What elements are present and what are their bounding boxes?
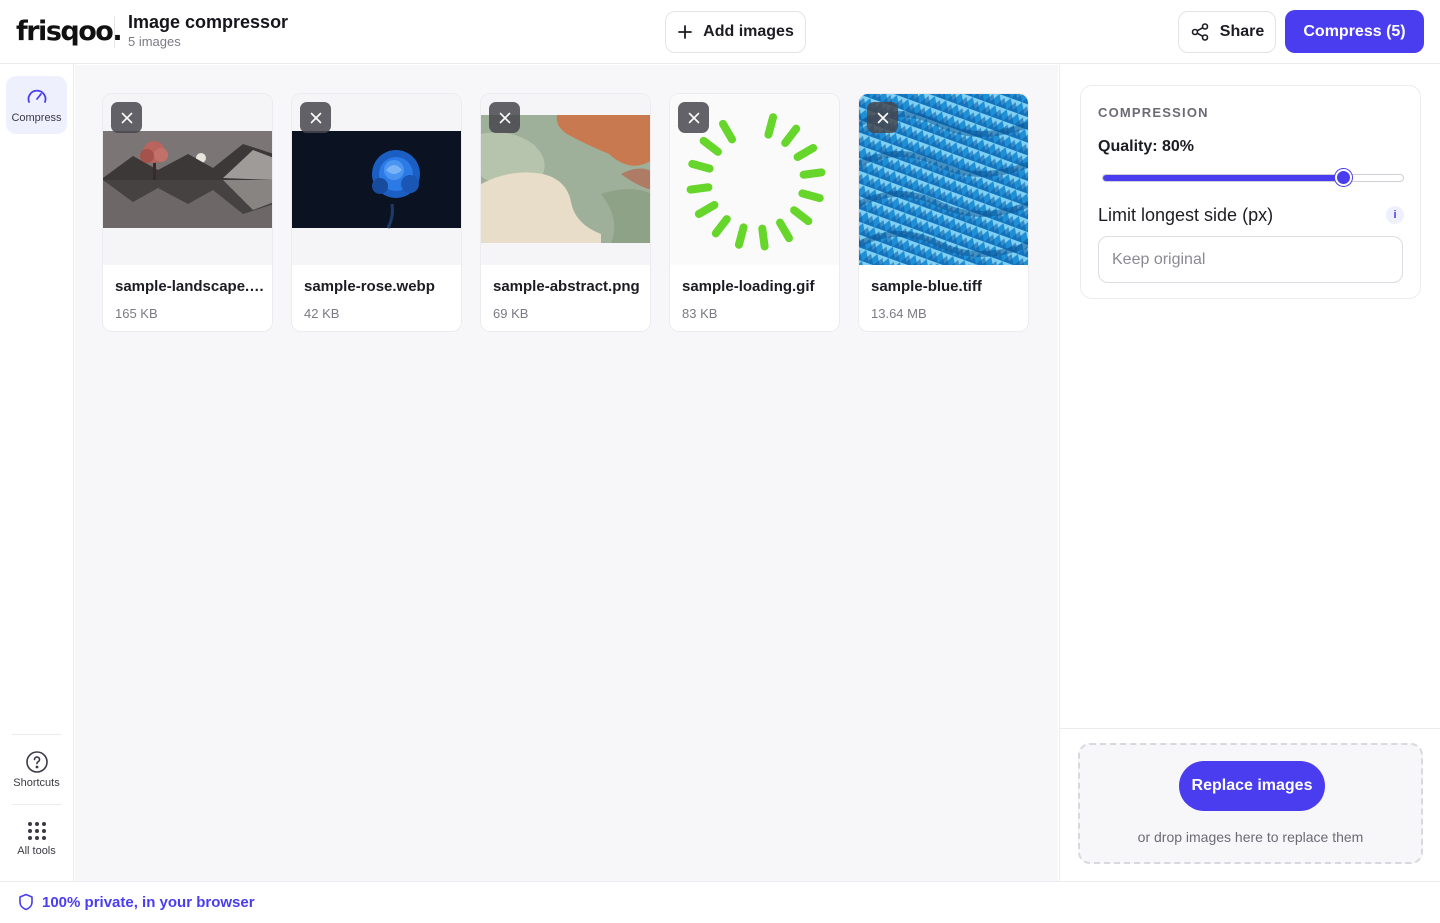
footer: 100% private, in your browser	[0, 881, 1440, 923]
help-circle-icon	[25, 751, 48, 773]
file-name: sample-abstract.png	[493, 278, 640, 295]
close-icon	[121, 112, 132, 123]
file-name: sample-rose.webp	[304, 278, 435, 295]
quality-slider-fill	[1103, 175, 1343, 181]
remove-image-button[interactable]	[111, 102, 142, 133]
close-icon	[499, 112, 510, 123]
rail-item-shortcuts[interactable]: Shortcuts	[6, 748, 67, 808]
quality-label: Quality: 80%	[1098, 138, 1195, 155]
remove-image-button[interactable]	[300, 102, 331, 133]
rail-item-label: Compress	[11, 112, 62, 124]
compress-button[interactable]: Compress (5)	[1285, 10, 1424, 53]
file-size: 165 KB	[115, 306, 158, 321]
image-card[interactable]: sample-abstract.png 69 KB	[480, 93, 651, 332]
compress-label: Compress (5)	[1303, 22, 1406, 40]
image-card[interactable]: sample-loading.gif 83 KB	[669, 93, 840, 332]
limit-side-label: Limit longest side (px)	[1098, 205, 1274, 225]
add-images-button[interactable]: Add images	[665, 11, 806, 53]
add-images-label: Add images	[703, 23, 794, 40]
rail-divider	[12, 734, 62, 735]
privacy-text: 100% private, in your browser	[42, 893, 255, 911]
image-grid: sample-landscape.png 165 KB sample-rose.…	[75, 65, 1058, 881]
image-count: 5 images	[128, 34, 181, 49]
settings-panel: COMPRESSION Quality: 80% Limit longest s…	[1059, 65, 1440, 881]
shield-icon	[19, 893, 33, 911]
file-size: 69 KB	[493, 306, 529, 321]
privacy-note: 100% private, in your browser	[18, 893, 255, 911]
compression-settings: COMPRESSION Quality: 80% Limit longest s…	[1080, 85, 1421, 299]
info-icon[interactable]: i	[1386, 206, 1404, 224]
file-name: sample-landscape.png	[115, 278, 265, 295]
rail-item-compress[interactable]: Compress	[6, 76, 67, 134]
rail-item-label: All tools	[17, 845, 56, 857]
plus-icon	[678, 25, 693, 39]
grid-dots-icon	[27, 822, 46, 840]
file-size: 42 KB	[304, 306, 340, 321]
image-card[interactable]: sample-blue.tiff 13.64 MB	[858, 93, 1029, 332]
file-name: sample-blue.tiff	[871, 278, 982, 295]
rail-item-all-tools[interactable]: All tools	[6, 816, 67, 876]
close-icon	[877, 112, 888, 123]
file-name: sample-loading.gif	[682, 278, 815, 295]
header-divider	[114, 16, 115, 48]
rail-item-label: Shortcuts	[13, 777, 60, 789]
gauge-icon	[27, 89, 46, 103]
remove-image-button[interactable]	[489, 102, 520, 133]
share-button[interactable]: Share	[1178, 11, 1276, 53]
replace-images-button[interactable]: Replace images	[1179, 761, 1325, 811]
remove-image-button[interactable]	[678, 102, 709, 133]
close-icon	[310, 112, 321, 123]
quality-slider-thumb[interactable]	[1335, 169, 1352, 186]
image-card[interactable]: sample-landscape.png 165 KB	[102, 93, 273, 332]
section-title: COMPRESSION	[1098, 105, 1209, 120]
share-icon	[1191, 23, 1209, 41]
replace-dropzone[interactable]: Replace images or drop images here to re…	[1078, 743, 1423, 864]
remove-image-button[interactable]	[867, 102, 898, 133]
quality-slider[interactable]	[1102, 169, 1404, 186]
logo[interactable]: frisqoo.	[16, 14, 123, 50]
limit-side-input[interactable]	[1098, 236, 1403, 283]
rail-divider	[12, 804, 62, 805]
share-label: Share	[1219, 23, 1265, 40]
file-size: 13.64 MB	[871, 306, 927, 321]
drop-hint: or drop images here to replace them	[1137, 829, 1364, 845]
file-size: 83 KB	[682, 306, 718, 321]
tool-rail: Compress Shortcuts All tools	[0, 64, 74, 881]
app-header: frisqoo. Image compressor 5 images Add i…	[0, 0, 1440, 64]
page-title: Image compressor	[128, 12, 289, 32]
close-icon	[688, 112, 699, 123]
panel-divider	[1060, 728, 1440, 729]
image-card[interactable]: sample-rose.webp 42 KB	[291, 93, 462, 332]
